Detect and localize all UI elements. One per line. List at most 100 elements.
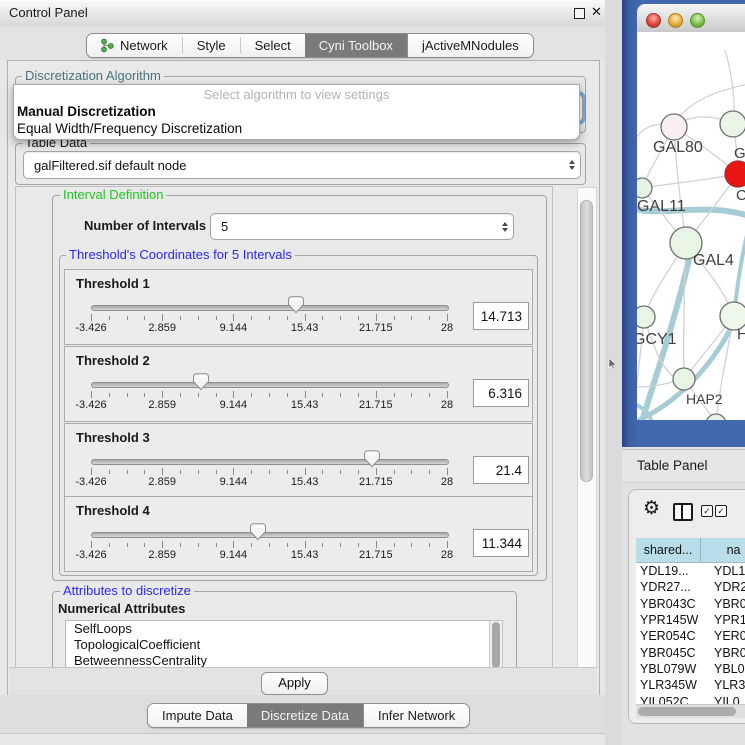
algorithm-group-title: Discretization Algorithm xyxy=(22,69,164,82)
table-row[interactable]: YER054CYER0 xyxy=(636,628,745,644)
slider-track[interactable] xyxy=(91,459,449,465)
checkbox-checked-icon[interactable]: ✓ xyxy=(701,505,713,517)
slider-track[interactable] xyxy=(91,305,449,311)
slider-thumb[interactable] xyxy=(193,373,209,391)
algorithm-dropdown-popup: Select algorithm to view settings Manual… xyxy=(13,84,580,140)
control-panel-window: Control Panel ✕ Network Style Select xyxy=(0,0,606,745)
network-node[interactable] xyxy=(637,306,655,328)
network-node[interactable] xyxy=(720,111,745,137)
tab-network[interactable]: Network xyxy=(87,34,182,57)
threshold-label: Threshold 1 xyxy=(76,276,150,291)
bottom-tab-row: Impute Data Discretize Data Infer Networ… xyxy=(0,695,605,734)
threshold-value-field[interactable]: 6.316 xyxy=(473,379,529,407)
tab-select[interactable]: Select xyxy=(241,34,305,57)
attribute-list-item[interactable]: TopologicalCoefficient xyxy=(66,637,490,653)
network-node[interactable] xyxy=(673,368,695,390)
numerical-attributes-list[interactable]: SelfLoopsTopologicalCoefficientBetweenne… xyxy=(65,620,491,671)
threshold-value-field[interactable]: 21.4 xyxy=(473,456,529,484)
column-header-shared-name[interactable]: shared... xyxy=(636,538,701,562)
network-node[interactable] xyxy=(725,161,745,187)
close-icon[interactable]: ✕ xyxy=(591,4,602,20)
zoom-traffic-light-icon[interactable] xyxy=(690,13,705,28)
table-body: YDL19...YDL1YDR27...YDR2YBR043CYBR0YPR14… xyxy=(636,563,745,704)
attribute-list-item[interactable]: SelfLoops xyxy=(66,621,490,637)
table-row[interactable]: YDL19...YDL1 xyxy=(636,563,745,579)
slider-thumb[interactable] xyxy=(364,450,380,468)
float-window-icon[interactable] xyxy=(574,8,585,19)
threshold-label: Threshold 4 xyxy=(76,503,150,518)
table-data-value: galFiltered.sif default node xyxy=(24,158,564,173)
slider-thumb[interactable] xyxy=(250,523,266,541)
node-table[interactable]: shared... na YDL19...YDL1YDR27...YDR2YBR… xyxy=(636,538,745,704)
tick-label: 15.43 xyxy=(291,476,319,488)
threshold-label: Threshold 2 xyxy=(76,353,150,368)
tick-label: 2.859 xyxy=(148,399,176,411)
combo-arrows-icon xyxy=(497,222,513,232)
table-row[interactable]: YPR145WYPR1 xyxy=(636,612,745,628)
network-node[interactable] xyxy=(661,114,687,140)
scrollbar-thumb[interactable] xyxy=(638,707,736,716)
split-columns-icon[interactable] xyxy=(673,503,693,521)
network-view-window: GAL80GACGAL11GAL4GCY1HHAP2 xyxy=(622,0,745,447)
threshold-value-field[interactable]: 14.713 xyxy=(473,302,529,330)
tab-style[interactable]: Style xyxy=(183,34,240,57)
table-data-combobox[interactable]: galFiltered.sif default node xyxy=(23,151,581,179)
network-node-label: GCY1 xyxy=(637,331,677,348)
tab-jactivemnodules[interactable]: jActiveMNodules xyxy=(407,34,533,57)
tab-infer-network[interactable]: Infer Network xyxy=(363,704,469,727)
tick-label: 15.43 xyxy=(291,322,319,334)
threshold-value-field[interactable]: 11.344 xyxy=(473,529,529,557)
network-canvas[interactable]: GAL80GACGAL11GAL4GCY1HHAP2 xyxy=(637,32,745,420)
table-row[interactable]: YBL079WYBL0 xyxy=(636,661,745,677)
window-gap xyxy=(605,0,622,745)
num-intervals-label: Number of Intervals xyxy=(84,218,206,233)
tick-label: 28 xyxy=(441,476,453,488)
tab-cyni-toolbox[interactable]: Cyni Toolbox xyxy=(305,34,407,57)
settings-scrollbar[interactable] xyxy=(577,187,597,670)
threshold-panel: Threshold 4 -3.4262.8599.14415.4321.7152… xyxy=(64,496,533,572)
tick-label: 9.144 xyxy=(220,549,248,561)
interval-definition-title: Interval Definition xyxy=(60,188,166,201)
top-tab-row: Network Style Select Cyni Toolbox jActiv… xyxy=(0,26,605,60)
tick-label: 9.144 xyxy=(220,476,248,488)
table-row[interactable]: YBR043CYBR0 xyxy=(636,596,745,612)
minimize-traffic-light-icon[interactable] xyxy=(668,13,683,28)
desktop: { "colors":{"focus_ring_blue":"#5E9ED6",… xyxy=(0,0,745,745)
threshold-panel: Threshold 2 -3.4262.8599.14415.4321.7152… xyxy=(64,346,533,422)
network-window-titlebar xyxy=(637,4,745,33)
table-panel-title: Table Panel xyxy=(637,458,708,473)
tick-label: 28 xyxy=(441,322,453,334)
network-node[interactable] xyxy=(637,178,652,198)
slider-track[interactable] xyxy=(91,382,449,388)
table-row[interactable]: YBR045CYBR0 xyxy=(636,644,745,660)
scrollbar-thumb[interactable] xyxy=(580,200,593,482)
table-horizontal-scrollbar[interactable] xyxy=(636,704,745,718)
checkbox-checked-icon[interactable]: ✓ xyxy=(715,505,727,517)
scrollbar-thumb[interactable] xyxy=(492,622,500,668)
numerical-attributes-label: Numerical Attributes xyxy=(58,601,185,616)
tick-label: 28 xyxy=(441,399,453,411)
tab-discretize-data[interactable]: Discretize Data xyxy=(247,704,363,727)
table-settings-gear-icon[interactable]: ⚙ xyxy=(643,499,660,519)
dropdown-option-manual[interactable]: Manual Discretization xyxy=(17,104,156,119)
tick-label: -3.426 xyxy=(75,322,106,334)
slider-thumb[interactable] xyxy=(288,296,304,314)
attributes-list-scrollbar[interactable] xyxy=(489,620,503,671)
tick-label: 21.715 xyxy=(359,322,393,334)
table-row[interactable]: YLR345WYLR3 xyxy=(636,677,745,693)
apply-button[interactable]: Apply xyxy=(261,672,328,695)
top-tab-bar: Network Style Select Cyni Toolbox jActiv… xyxy=(86,33,534,58)
network-node-label: GAL80 xyxy=(653,139,703,156)
dropdown-option-equal-width[interactable]: Equal Width/Frequency Discretization xyxy=(17,121,242,136)
num-intervals-combobox[interactable]: 5 xyxy=(210,213,514,240)
slider-track[interactable] xyxy=(91,532,449,538)
network-node[interactable] xyxy=(706,414,726,420)
table-row[interactable]: YIL052CYIL0 xyxy=(636,693,745,704)
table-row[interactable]: YDR27...YDR2 xyxy=(636,579,745,595)
dropdown-hint: Select algorithm to view settings xyxy=(14,87,579,102)
network-node-label: C xyxy=(736,187,745,204)
close-traffic-light-icon[interactable] xyxy=(646,13,661,28)
column-header-name[interactable]: na xyxy=(701,538,745,562)
tab-impute-data[interactable]: Impute Data xyxy=(148,704,247,727)
tick-label: 15.43 xyxy=(291,399,319,411)
